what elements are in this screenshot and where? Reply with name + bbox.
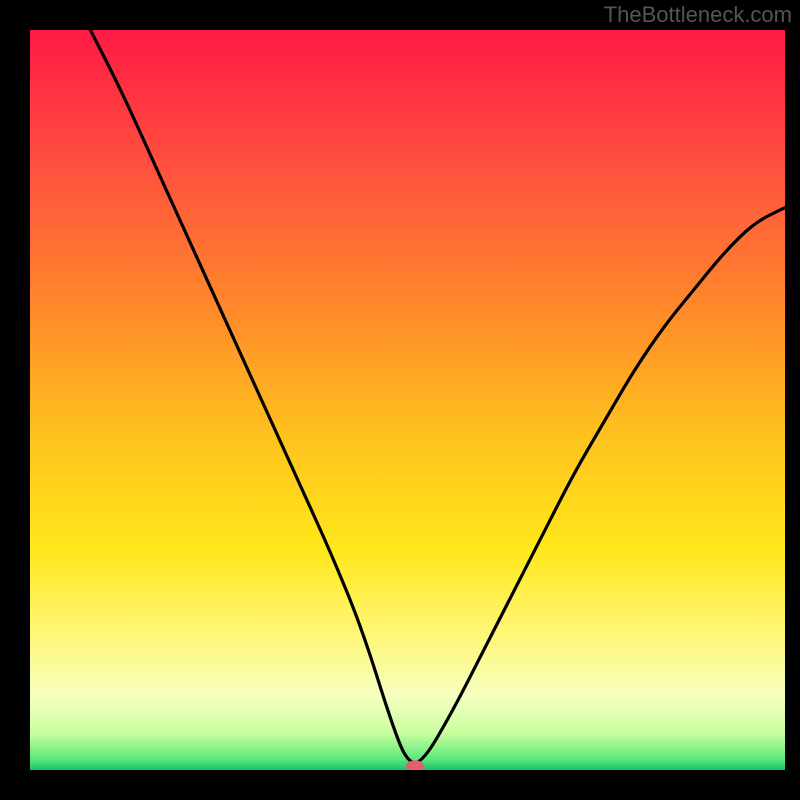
watermark-text: TheBottleneck.com — [604, 2, 792, 28]
chart-svg — [30, 30, 785, 770]
plot-frame — [30, 30, 785, 770]
